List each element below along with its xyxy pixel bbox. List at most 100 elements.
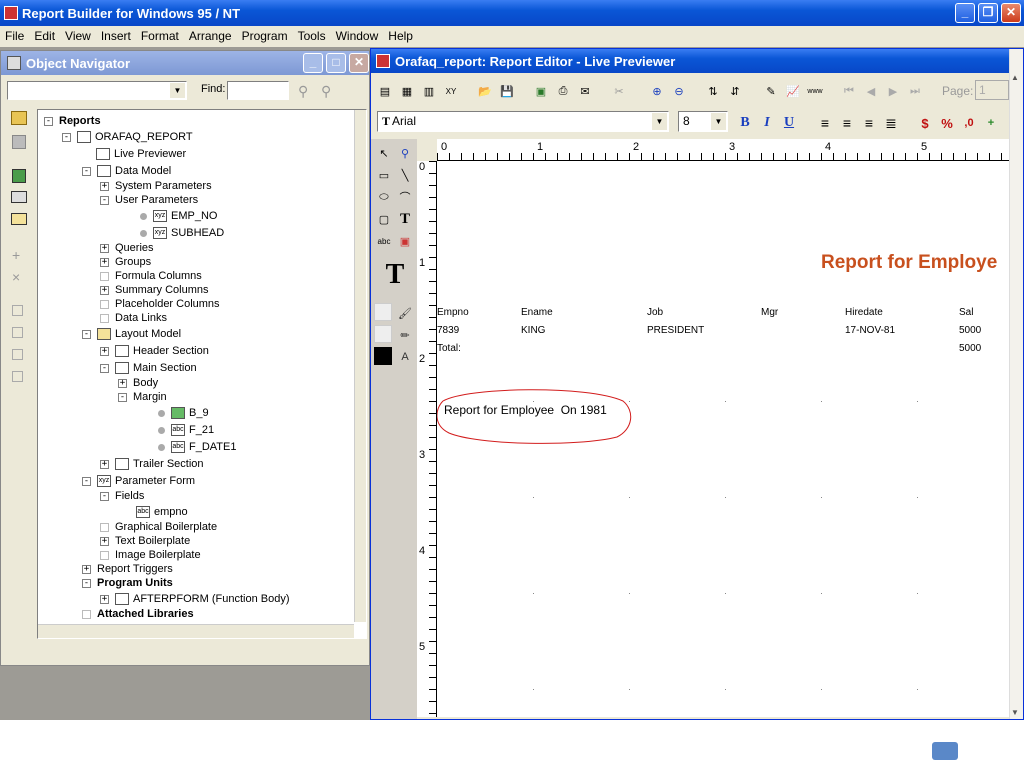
tree-node-f21[interactable]: abc F_21 bbox=[158, 423, 214, 437]
tree-node-b9[interactable]: B_9 bbox=[158, 406, 209, 420]
tree-node-queries[interactable]: + Queries bbox=[100, 241, 154, 255]
first-page-icon[interactable]: ⏮ bbox=[839, 81, 859, 101]
text-color-swatch[interactable] bbox=[374, 347, 392, 365]
zoom-out-icon[interactable]: ⊖ bbox=[669, 81, 689, 101]
line-tool-icon[interactable]: ╲ bbox=[395, 165, 415, 185]
save-icon[interactable]: 💾 bbox=[497, 81, 517, 101]
navigator-maximize-button[interactable]: □ bbox=[326, 53, 346, 73]
collapse-all-icon[interactable] bbox=[12, 371, 23, 382]
tree-node-report-triggers[interactable]: + Report Triggers bbox=[82, 562, 173, 576]
find-next-icon[interactable]: ⚲ bbox=[298, 83, 308, 100]
underline-icon[interactable]: U bbox=[779, 113, 799, 133]
fill-color-swatch[interactable] bbox=[374, 303, 392, 321]
menu-format[interactable]: Format bbox=[136, 26, 184, 47]
run-icon[interactable]: ▣ bbox=[531, 81, 551, 101]
tree-node-fields[interactable]: - Fields bbox=[100, 489, 144, 503]
find-prev-icon[interactable]: ⚲ bbox=[321, 83, 331, 100]
justify-icon[interactable]: ≣ bbox=[881, 113, 901, 133]
tree-node-graphical-boilerplate[interactable]: Graphical Boilerplate bbox=[100, 520, 217, 534]
select-tool-icon[interactable]: ↖ bbox=[374, 143, 394, 163]
tree-node-empno[interactable]: abc empno bbox=[136, 505, 188, 519]
minimize-button[interactable]: _ bbox=[955, 3, 975, 23]
page-input[interactable]: 1 bbox=[975, 80, 1009, 100]
open-icon[interactable]: 📂 bbox=[475, 81, 495, 101]
navigator-close-button[interactable]: ✕ bbox=[349, 53, 369, 73]
tree-node-body[interactable]: + Body bbox=[118, 376, 158, 390]
menu-file[interactable]: File bbox=[0, 26, 29, 47]
tree-node-layout-model[interactable]: - Layout Model bbox=[82, 327, 181, 341]
text-tool-icon[interactable]: T bbox=[395, 209, 415, 229]
align-center-icon[interactable]: ≡ bbox=[837, 113, 857, 133]
tree-node-groups[interactable]: + Groups bbox=[100, 255, 151, 269]
sort-ascending-icon[interactable]: ⇅ bbox=[703, 81, 723, 101]
tree-node-text-boilerplate[interactable]: + Text Boilerplate bbox=[100, 534, 190, 548]
tree-node-program-units[interactable]: - Program Units bbox=[82, 576, 173, 590]
arc-tool-icon[interactable]: ⌒ bbox=[395, 187, 415, 207]
tree-node-attached-libraries[interactable]: Attached Libraries bbox=[82, 607, 194, 621]
sort-descending-icon[interactable]: ⇵ bbox=[725, 81, 745, 101]
mail-icon[interactable]: ✉ bbox=[575, 81, 595, 101]
tree-node-reports[interactable]: - Reports bbox=[44, 114, 101, 128]
image-tool-icon[interactable]: ▣ bbox=[395, 231, 415, 251]
bold-icon[interactable]: B bbox=[735, 113, 755, 133]
tree-node-data-links[interactable]: Data Links bbox=[100, 311, 167, 325]
menu-window[interactable]: Window bbox=[331, 26, 384, 47]
italic-icon[interactable]: I bbox=[757, 113, 777, 133]
ellipse-tool-icon[interactable]: ⬭ bbox=[374, 187, 394, 207]
align-right-icon[interactable]: ≡ bbox=[859, 113, 879, 133]
view-data-model-icon[interactable]: ▦ bbox=[397, 81, 417, 101]
tree-node-formula-columns[interactable]: Formula Columns bbox=[100, 269, 202, 283]
edit-icon[interactable]: ✎ bbox=[761, 81, 781, 101]
cut-icon[interactable]: ✂ bbox=[609, 81, 629, 101]
default-text-icon[interactable]: T bbox=[379, 259, 411, 291]
run-icon[interactable] bbox=[12, 169, 26, 183]
collapse-icon[interactable] bbox=[12, 327, 23, 338]
find-input[interactable] bbox=[227, 81, 289, 100]
menu-tools[interactable]: Tools bbox=[293, 26, 331, 47]
tree-node-parameter-form[interactable]: - xyz Parameter Form bbox=[82, 474, 195, 488]
tree-node-system-parameters[interactable]: + System Parameters bbox=[100, 179, 212, 193]
scroll-up-icon[interactable]: ▲ bbox=[1011, 73, 1019, 82]
view-param-form-icon[interactable]: XY bbox=[441, 81, 461, 101]
expand-icon[interactable] bbox=[12, 305, 23, 316]
rectangle-tool-icon[interactable]: ▭ bbox=[374, 165, 394, 185]
mail-icon[interactable] bbox=[11, 213, 27, 225]
scroll-down-icon[interactable]: ▼ bbox=[1011, 708, 1019, 717]
open-icon[interactable] bbox=[11, 111, 27, 125]
commas-icon[interactable]: ,0 bbox=[959, 113, 979, 133]
text-color-icon[interactable]: A bbox=[395, 347, 415, 367]
tree-node-header-section[interactable]: + Header Section bbox=[100, 344, 209, 358]
font-size-select[interactable]: 8 ▼ bbox=[678, 111, 728, 132]
tree-node-margin[interactable]: - Margin bbox=[118, 390, 167, 404]
zoom-in-icon[interactable]: ⊕ bbox=[647, 81, 667, 101]
tree-node-trailer-section[interactable]: + Trailer Section bbox=[100, 457, 204, 471]
rounded-rect-tool-icon[interactable]: ▢ bbox=[374, 209, 394, 229]
align-left-icon[interactable]: ≡ bbox=[815, 113, 835, 133]
restore-button[interactable]: ❐ bbox=[978, 3, 998, 23]
view-report-icon[interactable]: ▤ bbox=[375, 81, 395, 101]
expand-all-icon[interactable] bbox=[12, 349, 23, 360]
tree-node-main-section[interactable]: - Main Section bbox=[100, 361, 197, 375]
close-button[interactable]: ✕ bbox=[1001, 3, 1021, 23]
fill-color-icon[interactable]: 🖌 bbox=[395, 303, 415, 323]
web-wizard-icon[interactable]: www bbox=[805, 81, 825, 101]
tree-node-user-parameters[interactable]: - User Parameters bbox=[100, 193, 198, 207]
percent-icon[interactable]: % bbox=[937, 113, 957, 133]
menu-edit[interactable]: Edit bbox=[29, 26, 60, 47]
tree-node-emp-no[interactable]: xyz EMP_NO bbox=[140, 209, 217, 223]
tree-node-afterpform[interactable]: + AFTERPFORM (Function Body) bbox=[100, 592, 289, 606]
menu-program[interactable]: Program bbox=[237, 26, 293, 47]
tree-node-data-model[interactable]: - Data Model bbox=[82, 164, 171, 178]
navigator-object-select[interactable]: ▼ bbox=[7, 81, 187, 100]
delete-icon[interactable]: × bbox=[12, 269, 20, 285]
menu-help[interactable]: Help bbox=[383, 26, 418, 47]
print-icon[interactable]: ⎙ bbox=[553, 81, 573, 101]
report-canvas[interactable]: Report for Employe Empno Ename Job Mgr H… bbox=[437, 161, 1009, 717]
line-color-swatch[interactable] bbox=[374, 325, 392, 343]
tree-node-subhead[interactable]: xyz SUBHEAD bbox=[140, 226, 224, 240]
last-page-icon[interactable]: ⏭ bbox=[905, 81, 925, 101]
print-icon[interactable] bbox=[11, 191, 27, 203]
tree-node-placeholder-columns[interactable]: Placeholder Columns bbox=[100, 297, 220, 311]
menu-arrange[interactable]: Arrange bbox=[184, 26, 237, 47]
tree-node-live-previewer[interactable]: Live Previewer bbox=[96, 147, 186, 161]
